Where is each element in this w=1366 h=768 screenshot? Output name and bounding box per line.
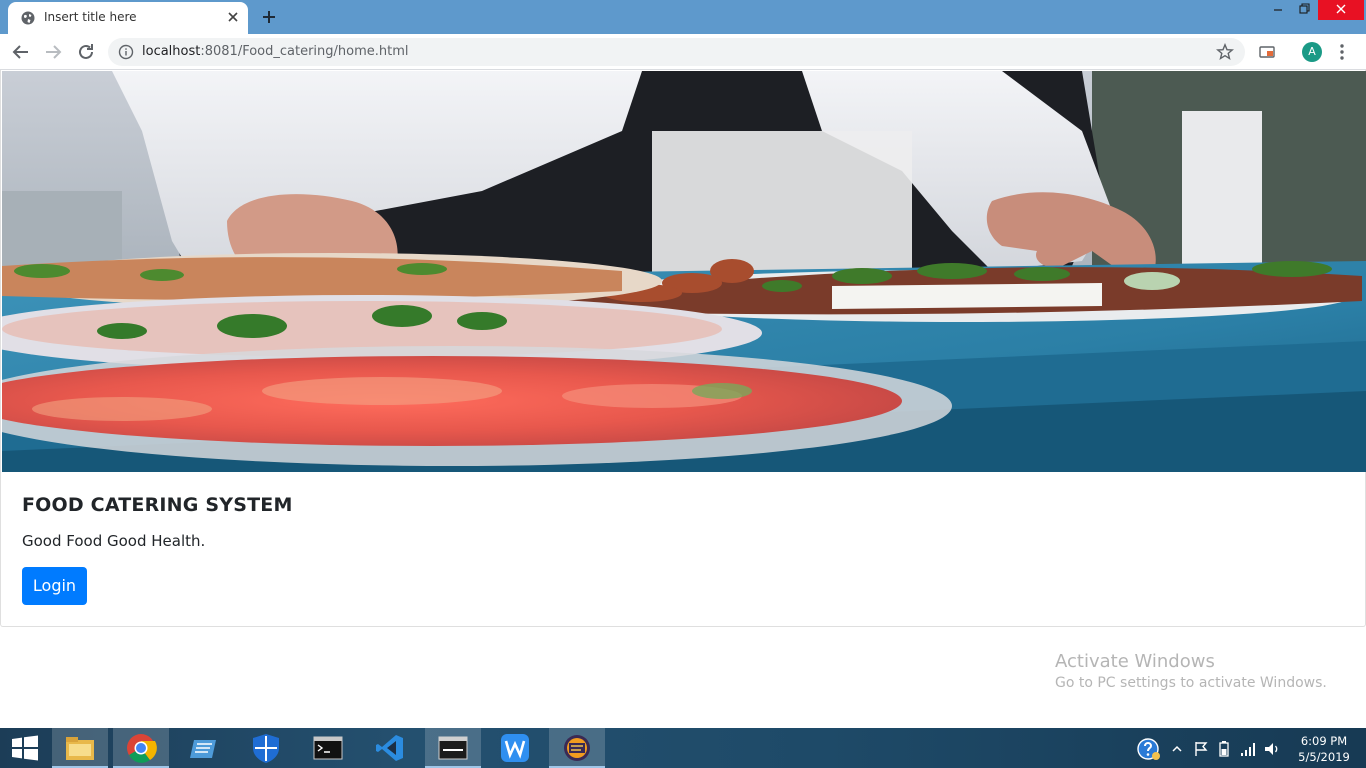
profile-avatar[interactable]: A — [1302, 42, 1322, 62]
browser-tab[interactable]: Insert title here — [8, 2, 248, 34]
start-button[interactable] — [0, 728, 50, 768]
browser-titlebar: Insert title here — [0, 0, 1366, 34]
close-window-icon[interactable] — [1318, 0, 1364, 20]
windows-defender-icon — [253, 734, 279, 763]
restore-icon[interactable] — [1290, 0, 1318, 20]
url-path: :8081/Food_catering/home.html — [200, 44, 409, 59]
vscode-icon — [376, 735, 403, 761]
site-info-icon[interactable] — [118, 44, 134, 60]
chrome-icon — [127, 734, 157, 763]
card-text: Good Food Good Health. — [22, 532, 206, 550]
flag-icon[interactable] — [1192, 740, 1210, 758]
login-button[interactable]: Login — [22, 567, 87, 605]
java-ee-ide-icon — [564, 735, 590, 761]
hero-image — [2, 71, 1366, 472]
taskbar-chrome[interactable] — [113, 728, 169, 768]
cast-icon[interactable] — [1258, 43, 1276, 61]
wps-writer-icon — [501, 734, 529, 762]
windows-taskbar — [0, 728, 1366, 768]
signal-icon[interactable] — [1239, 740, 1257, 758]
remote-desktop-icon — [190, 740, 216, 758]
command-prompt-icon — [313, 736, 343, 760]
taskbar-command-prompt[interactable] — [300, 728, 356, 768]
battery-icon[interactable] — [1215, 740, 1233, 758]
mysql-icon — [438, 736, 468, 760]
card-title: FOOD CATERING SYSTEM — [22, 494, 293, 516]
catering-buffet-photo — [2, 71, 1366, 472]
address-bar[interactable]: localhost:8081/Food_catering/home.html — [108, 38, 1245, 66]
help-icon[interactable] — [1137, 737, 1161, 761]
browser-toolbar: localhost:8081/Food_catering/home.html — [0, 34, 1366, 70]
taskbar-wps-writer[interactable] — [487, 728, 543, 768]
taskbar-windows-defender[interactable] — [238, 728, 294, 768]
watermark-subtitle: Go to PC settings to activate Windows. — [1055, 675, 1327, 691]
watermark-title: Activate Windows — [1055, 651, 1215, 672]
bookmark-star-icon[interactable] — [1216, 43, 1234, 61]
taskbar-vscode[interactable] — [362, 728, 418, 768]
chevron-up-icon[interactable] — [1168, 740, 1186, 758]
taskbar-file-explorer[interactable] — [52, 728, 108, 768]
start-icon — [12, 735, 38, 761]
forward-arrow-icon[interactable] — [42, 41, 64, 63]
reload-icon[interactable] — [75, 41, 97, 63]
kebab-menu-icon[interactable] — [1336, 43, 1348, 61]
activate-windows-watermark: Activate Windows Go to PC settings to ac… — [1055, 651, 1327, 691]
minimize-icon[interactable] — [1264, 0, 1292, 20]
file-explorer-icon — [66, 737, 94, 760]
page-viewport: FOOD CATERING SYSTEM Good Food Good Heal… — [0, 70, 1366, 728]
close-tab-icon[interactable] — [224, 8, 242, 26]
taskbar-java-ee-ide[interactable] — [549, 728, 605, 768]
taskbar-clock[interactable]: 6:09 PM 5/5/2019 — [1294, 733, 1354, 765]
catering-card: FOOD CATERING SYSTEM Good Food Good Heal… — [0, 70, 1366, 627]
globe-icon — [21, 11, 35, 25]
clock-time: 6:09 PM — [1300, 734, 1348, 748]
volume-icon[interactable] — [1263, 740, 1281, 758]
url-host: localhost — [142, 44, 201, 59]
new-tab-icon[interactable] — [258, 6, 280, 28]
clock-date: 5/5/2019 — [1298, 750, 1350, 764]
tab-title: Insert title here — [44, 10, 137, 24]
taskbar-mysql[interactable] — [425, 728, 481, 768]
taskbar-remote-desktop[interactable] — [176, 728, 232, 768]
back-arrow-icon[interactable] — [10, 41, 32, 63]
url-text: localhost:8081/Food_catering/home.html — [142, 44, 409, 59]
